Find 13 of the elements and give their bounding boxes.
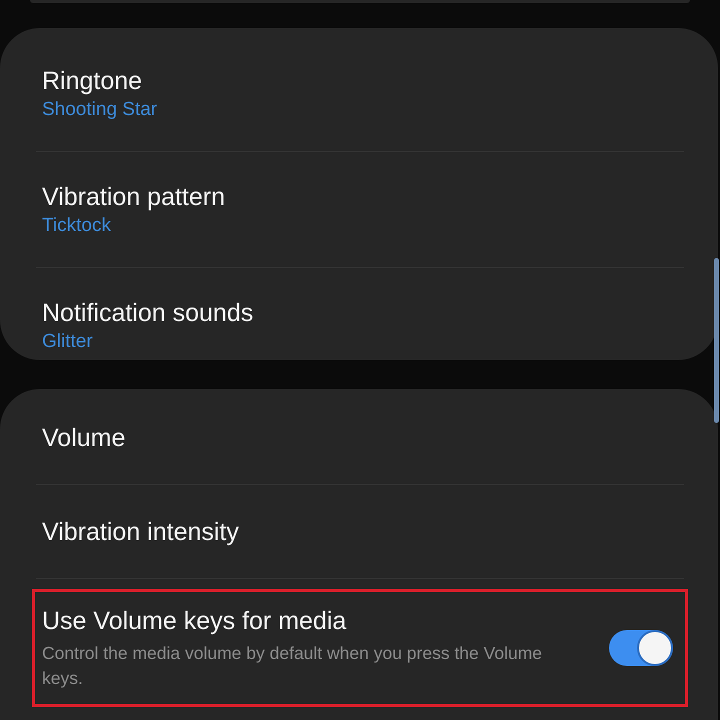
setting-title[interactable]: Volume [42, 422, 126, 454]
setting-value: Ticktock [42, 214, 111, 238]
setting-title[interactable]: Vibration pattern [42, 180, 225, 212]
scrollbar[interactable] [714, 258, 719, 423]
setting-title[interactable]: Use Volume keys for media [42, 605, 346, 637]
setting-title[interactable]: Notification sounds [42, 296, 254, 328]
highlighted-setting-row[interactable]: Use Volume keys for media Control the media volume by default when you press the Volume keys. [32, 589, 688, 707]
setting-title[interactable]: Ringtone [42, 64, 142, 96]
setting-value: Glitter [42, 330, 93, 354]
setting-title[interactable]: Vibration intensity [42, 516, 239, 548]
toggle-switch[interactable] [609, 630, 673, 666]
setting-value: Shooting Star [42, 98, 158, 122]
setting-description: Control the media volume by default when you press the Volume keys. [42, 642, 544, 690]
